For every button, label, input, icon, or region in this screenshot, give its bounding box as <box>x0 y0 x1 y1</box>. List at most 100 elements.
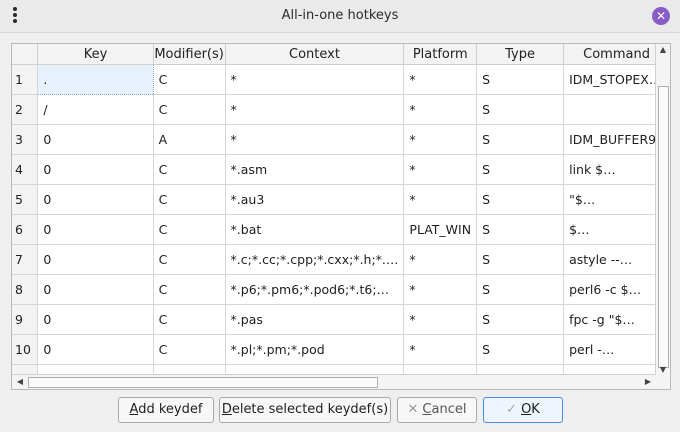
platform-cell[interactable]: * <box>403 244 478 275</box>
key-cell[interactable]: 0 <box>37 124 154 155</box>
modifier-cell[interactable]: C <box>153 184 226 215</box>
header-corner[interactable] <box>12 44 39 65</box>
scroll-up-icon[interactable]: ▲ <box>657 45 669 54</box>
row-number[interactable]: 7 <box>12 244 39 275</box>
add-keydef-button[interactable]: Add keydef <box>118 397 214 423</box>
platform-cell[interactable]: * <box>403 64 478 95</box>
platform-cell[interactable]: * <box>403 334 478 365</box>
table-row[interactable]: 8 0 C *.p6;*.pm6;*.pod6;*.t6;… * Sperl6 -c $… <box>12 274 670 305</box>
context-cell[interactable]: *.pl;*.pm;*.pod <box>225 334 405 365</box>
table-row[interactable]: 9 0 C *.pas * Sfpc -g "$… <box>12 304 670 335</box>
scroll-right-icon[interactable]: ▶ <box>642 377 654 386</box>
modifier-cell[interactable]: C <box>153 304 226 335</box>
scroll-left-icon[interactable]: ◀ <box>14 377 26 386</box>
key-cell[interactable]: 0 <box>37 214 154 245</box>
command-cell[interactable] <box>563 94 670 125</box>
header-modifiers[interactable]: Modifier(s) <box>153 44 226 65</box>
context-cell[interactable]: *.c;*.cc;*.cpp;*.cxx;*.h;*.… <box>225 244 405 275</box>
table-row[interactable]: 3 0 A * * S IDM_BUFFER9 <box>12 124 670 155</box>
row-number[interactable]: 2 <box>12 94 39 125</box>
command-cell[interactable]: astyle --… <box>563 244 670 275</box>
type-cell[interactable]: S <box>476 154 565 185</box>
header-context[interactable]: Context <box>225 44 405 65</box>
modifier-cell[interactable]: C <box>153 334 226 365</box>
platform-cell[interactable]: * <box>403 124 478 155</box>
header-key[interactable]: Key <box>37 44 154 65</box>
modifier-cell[interactable]: C <box>153 94 226 125</box>
key-cell[interactable]: 0 <box>37 274 154 305</box>
key-cell[interactable]: 0 <box>37 304 154 335</box>
table-row[interactable]: 4 0 C *.asm * Slink $… <box>12 154 670 185</box>
command-cell[interactable]: "$… <box>563 184 670 215</box>
context-cell[interactable]: * <box>225 64 405 95</box>
platform-cell[interactable]: PLAT_WIN <box>403 214 478 245</box>
command-cell[interactable]: perl -… <box>563 334 670 365</box>
hotkeys-grid[interactable]: Key Modifier(s) Context Platform Type Co… <box>11 43 671 390</box>
context-cell[interactable]: * <box>225 124 405 155</box>
row-number[interactable]: 6 <box>12 214 39 245</box>
row-number[interactable]: 1 <box>12 64 39 95</box>
key-cell[interactable]: 0 <box>37 334 154 365</box>
platform-cell[interactable]: * <box>403 154 478 185</box>
command-cell[interactable]: $… <box>563 214 670 245</box>
type-cell[interactable]: S <box>476 214 565 245</box>
context-cell[interactable]: *.asm <box>225 154 405 185</box>
command-cell[interactable]: link $… <box>563 154 670 185</box>
type-cell[interactable]: S <box>476 244 565 275</box>
key-cell[interactable]: 0 <box>37 184 154 215</box>
command-cell[interactable]: fpc -g "$… <box>563 304 670 335</box>
type-cell[interactable]: S <box>476 334 565 365</box>
ok-button[interactable]: ✓ OK <box>483 397 563 423</box>
modifier-cell[interactable]: C <box>153 244 226 275</box>
platform-cell[interactable]: * <box>403 94 478 125</box>
delete-keydef-button[interactable]: Delete selected keydef(s) <box>219 397 391 423</box>
context-cell[interactable]: *.p6;*.pm6;*.pod6;*.t6;… <box>225 274 405 305</box>
modifier-cell[interactable]: C <box>153 64 226 95</box>
table-row[interactable]: 2/C * * S <box>12 94 670 125</box>
key-cell[interactable]: 0 <box>37 154 154 185</box>
modifier-cell[interactable]: C <box>153 154 226 185</box>
key-cell[interactable]: . <box>37 64 154 95</box>
row-number[interactable]: 8 <box>12 274 39 305</box>
table-row[interactable]: 7 0 C *.c;*.cc;*.cpp;*.cxx;*.h;*.… * Sastyle … <box>12 244 670 275</box>
context-cell[interactable]: * <box>225 94 405 125</box>
platform-cell[interactable]: * <box>403 274 478 305</box>
horizontal-scroll-thumb[interactable] <box>28 377 378 388</box>
context-cell[interactable]: *.pas <box>225 304 405 335</box>
table-row[interactable]: 6 0 C *.bat PLAT_WIN S $… <box>12 214 670 245</box>
close-icon[interactable]: ✕ <box>652 7 670 25</box>
row-number[interactable]: 3 <box>12 124 39 155</box>
table-row[interactable]: 1. C * * S IDM_STOPEX… <box>12 64 670 95</box>
table-row[interactable]: 10 0 C *.pl;*.pm;*.pod * Sperl -… <box>12 334 670 365</box>
vertical-scrollbar[interactable]: ▲ ▼ <box>655 44 670 389</box>
context-cell[interactable]: *.au3 <box>225 184 405 215</box>
type-cell[interactable]: S <box>476 64 565 95</box>
modifier-cell[interactable]: C <box>153 214 226 245</box>
row-number[interactable]: 10 <box>12 334 39 365</box>
header-type[interactable]: Type <box>476 44 565 65</box>
vertical-scroll-thumb[interactable] <box>658 86 669 368</box>
scroll-down-icon[interactable]: ▼ <box>657 365 669 374</box>
type-cell[interactable]: S <box>476 304 565 335</box>
platform-cell[interactable]: * <box>403 184 478 215</box>
platform-cell[interactable]: * <box>403 304 478 335</box>
type-cell[interactable]: S <box>476 184 565 215</box>
modifier-cell[interactable]: A <box>153 124 226 155</box>
type-cell[interactable]: S <box>476 94 565 125</box>
command-cell[interactable]: IDM_BUFFER9 <box>563 124 670 155</box>
command-cell[interactable]: perl6 -c $… <box>563 274 670 305</box>
type-cell[interactable]: S <box>476 274 565 305</box>
context-cell[interactable]: *.bat <box>225 214 405 245</box>
horizontal-scrollbar[interactable]: ◀ ▶ <box>12 374 656 389</box>
table-row[interactable]: 5 0 C *.au3 * S "$… <box>12 184 670 215</box>
modifier-cell[interactable]: C <box>153 274 226 305</box>
type-cell[interactable]: S <box>476 124 565 155</box>
row-number[interactable]: 5 <box>12 184 39 215</box>
key-cell[interactable]: / <box>37 94 154 125</box>
command-cell[interactable]: IDM_STOPEX… <box>563 64 670 95</box>
cancel-button[interactable]: ✕ Cancel <box>397 397 477 423</box>
header-command[interactable]: Command <box>563 44 670 65</box>
row-number[interactable]: 9 <box>12 304 39 335</box>
row-number[interactable]: 4 <box>12 154 39 185</box>
header-platform[interactable]: Platform <box>403 44 478 65</box>
